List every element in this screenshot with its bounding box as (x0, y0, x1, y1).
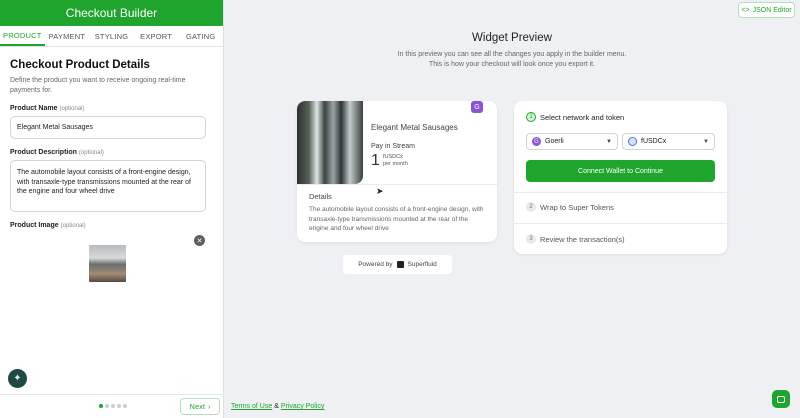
panel-footer-divider (0, 394, 224, 395)
card-divider (297, 184, 497, 185)
chevron-right-icon: › (207, 402, 211, 411)
network-badge: G (471, 101, 483, 113)
tab-payment[interactable]: PAYMENT (45, 26, 90, 46)
step-pagination (99, 404, 127, 408)
json-editor-button[interactable]: <> JSON Editor (738, 2, 795, 18)
next-button[interactable]: Next › (180, 398, 220, 415)
network-select[interactable]: G Goerli ▼ (526, 133, 618, 150)
preview-subtitle: In this preview you can see all the chan… (397, 51, 627, 68)
product-name-label: Product Name (optional) (10, 105, 85, 112)
details-heading: Details (309, 192, 332, 201)
tab-gating[interactable]: GATING (178, 26, 223, 46)
page-dot (105, 404, 109, 408)
code-icon: <> (741, 6, 750, 14)
step-divider (514, 192, 727, 193)
tab-styling[interactable]: STYLING (89, 26, 134, 46)
terms-link[interactable]: Terms of Use (231, 403, 272, 410)
product-image-area: ✕ (10, 235, 213, 299)
page-dot (99, 404, 103, 408)
form-heading: Checkout Product Details (10, 59, 150, 71)
pay-in-stream-label: Pay in Stream (371, 143, 415, 150)
product-card-name: Elegant Metal Sausages (371, 123, 458, 132)
product-image-thumbnail (89, 245, 126, 282)
builder-title: Checkout Builder (0, 0, 223, 26)
footer-links: Terms of Use & Privacy Policy (231, 403, 325, 410)
product-image-label: Product Image (optional) (10, 222, 86, 229)
privacy-link[interactable]: Privacy Policy (281, 403, 325, 410)
chat-icon (777, 395, 785, 403)
chat-support-button[interactable] (772, 390, 790, 408)
connect-wallet-button[interactable]: Connect Wallet to Continue (526, 160, 715, 182)
builder-tabs: PRODUCT PAYMENT STYLING EXPORT GATING (0, 26, 223, 47)
magic-wand-icon[interactable]: ✦ (8, 369, 27, 388)
remove-image-icon[interactable]: ✕ (194, 235, 205, 246)
token-icon (628, 137, 637, 146)
page-dot (111, 404, 115, 408)
step-select-network[interactable]: 1 Select network and token (526, 112, 624, 122)
product-name-input[interactable]: Elegant Metal Sausages (10, 116, 206, 139)
product-form: Checkout Product Details Define the prod… (0, 47, 223, 299)
mouse-cursor-icon: ➤ (376, 186, 384, 196)
superfluid-logo-icon (396, 261, 404, 268)
token-select[interactable]: fUSDCx ▼ (622, 133, 715, 150)
step-divider (514, 223, 727, 224)
stream-amount: 1 (371, 152, 380, 169)
page-dot (123, 404, 127, 408)
tab-product[interactable]: PRODUCT (0, 26, 45, 46)
product-card-image (297, 101, 363, 184)
form-subheading: Define the product you want to receive o… (10, 77, 186, 94)
goerli-icon: G (532, 137, 541, 146)
chevron-down-icon: ▼ (606, 138, 612, 145)
product-description-input[interactable]: The automobile layout consists of a fron… (10, 160, 206, 212)
details-text: The automobile layout consists of a fron… (309, 206, 484, 232)
product-description-label: Product Description (optional) (10, 149, 104, 156)
step-wrap-tokens[interactable]: 2 Wrap to Super Tokens (526, 202, 614, 212)
page-dot (117, 404, 121, 408)
preview-title: Widget Preview (472, 32, 552, 44)
checkout-steps-card: 1 Select network and token G Goerli ▼ fUS… (514, 101, 727, 254)
powered-by-badge[interactable]: Powered by Superfluid (343, 255, 452, 274)
step-review-transactions[interactable]: 3 Review the transaction(s) (526, 234, 625, 244)
chevron-down-icon: ▼ (703, 138, 709, 145)
tab-export[interactable]: EXPORT (134, 26, 179, 46)
stream-unit: fUSDCx per month (383, 154, 408, 167)
product-card: G Elegant Metal Sausages Pay in Stream 1… (297, 101, 497, 242)
builder-panel: Checkout Builder PRODUCT PAYMENT STYLING… (0, 0, 224, 418)
